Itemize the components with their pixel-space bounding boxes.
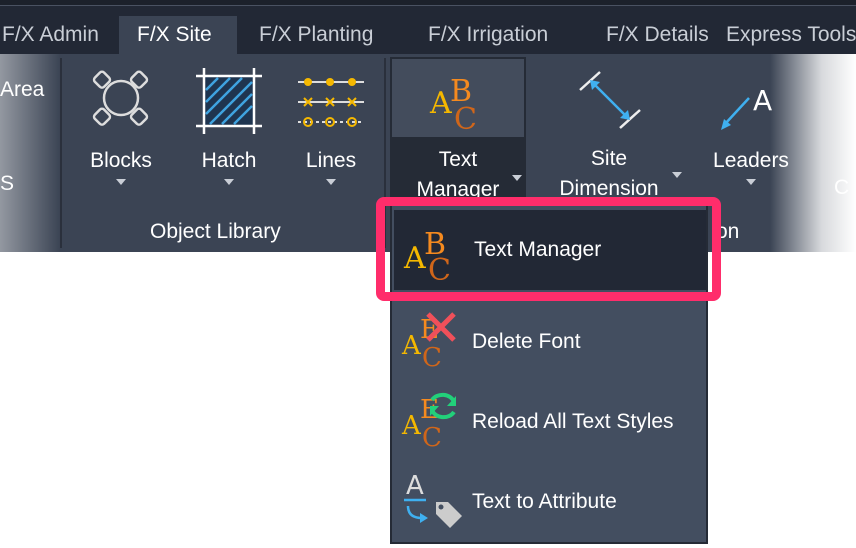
area-tool-label[interactable]: Area xyxy=(0,78,44,102)
text-manager-label-1: Text xyxy=(438,148,478,171)
menu-item-label: Delete Font xyxy=(472,330,581,353)
menu-item-delete-font[interactable]: A E C Delete Font xyxy=(392,302,706,382)
partial-label: S xyxy=(0,172,15,195)
svg-text:C: C xyxy=(422,423,442,452)
tab-fx-planting[interactable]: F/X Planting xyxy=(241,16,391,54)
chevron-down-icon xyxy=(672,172,682,178)
blocks-label: Blocks xyxy=(90,149,152,172)
lines-label: Lines xyxy=(305,149,357,172)
menu-item-reload-all-text-styles[interactable]: A E C Reload All Text Styles xyxy=(392,382,706,462)
menu-item-text-to-attribute[interactable]: A Text to Attribute xyxy=(392,462,706,542)
svg-text:A: A xyxy=(406,471,424,501)
menu-item-label: Text to Attribute xyxy=(472,490,617,513)
svg-text:A: A xyxy=(401,331,422,361)
fade-overlay xyxy=(770,54,856,306)
highlight-annotation xyxy=(376,197,721,301)
blocks-icon xyxy=(92,70,149,126)
svg-text:C: C xyxy=(454,102,477,131)
lines-button[interactable]: Lines xyxy=(276,54,386,214)
hatch-button[interactable]: Hatch xyxy=(174,54,284,214)
menu-item-label: Reload All Text Styles xyxy=(472,410,674,433)
blocks-button[interactable]: Blocks xyxy=(66,54,176,214)
abc-reload-icon: A E C xyxy=(401,392,456,452)
text-manager-button[interactable]: A B C xyxy=(392,59,524,137)
panel-label-object-library: Object Library xyxy=(150,220,281,243)
chevron-down-icon[interactable] xyxy=(512,175,522,181)
chevron-down-icon xyxy=(326,179,336,185)
chevron-down-icon xyxy=(116,179,126,185)
abc-text-icon: A B C xyxy=(429,74,477,131)
svg-text:A: A xyxy=(401,411,422,441)
svg-text:E: E xyxy=(420,395,439,425)
abc-delete-icon: A E C xyxy=(401,312,456,372)
chevron-down-icon xyxy=(746,179,756,185)
site-dimension-label: Site Dimension xyxy=(554,144,664,204)
lines-icon xyxy=(298,78,364,127)
site-dimension-icon xyxy=(579,71,641,129)
svg-text:C: C xyxy=(422,343,442,372)
tab-fx-details[interactable]: F/X Details xyxy=(588,16,727,54)
chevron-down-icon xyxy=(224,179,234,185)
tab-fx-irrigation[interactable]: F/X Irrigation xyxy=(410,16,566,54)
tab-express-tools[interactable]: Express Tools xyxy=(726,16,856,54)
hatch-label: Hatch xyxy=(201,149,257,172)
tab-fx-admin[interactable]: F/X Admin xyxy=(0,16,117,54)
svg-text:A: A xyxy=(429,86,452,121)
site-dimension-button[interactable]: Site Dimension xyxy=(554,54,682,214)
text-to-attribute-icon: A xyxy=(404,471,462,528)
hatch-icon xyxy=(196,68,262,134)
ribbon-tab-bar: F/X Admin F/X Site F/X Planting F/X Irri… xyxy=(0,6,856,54)
text-manager-split-button[interactable]: A B C Text Manager xyxy=(390,57,526,201)
site-dimension-label-1: Site xyxy=(590,147,628,170)
panel-divider xyxy=(60,58,62,248)
tab-fx-site[interactable]: F/X Site xyxy=(119,16,237,54)
